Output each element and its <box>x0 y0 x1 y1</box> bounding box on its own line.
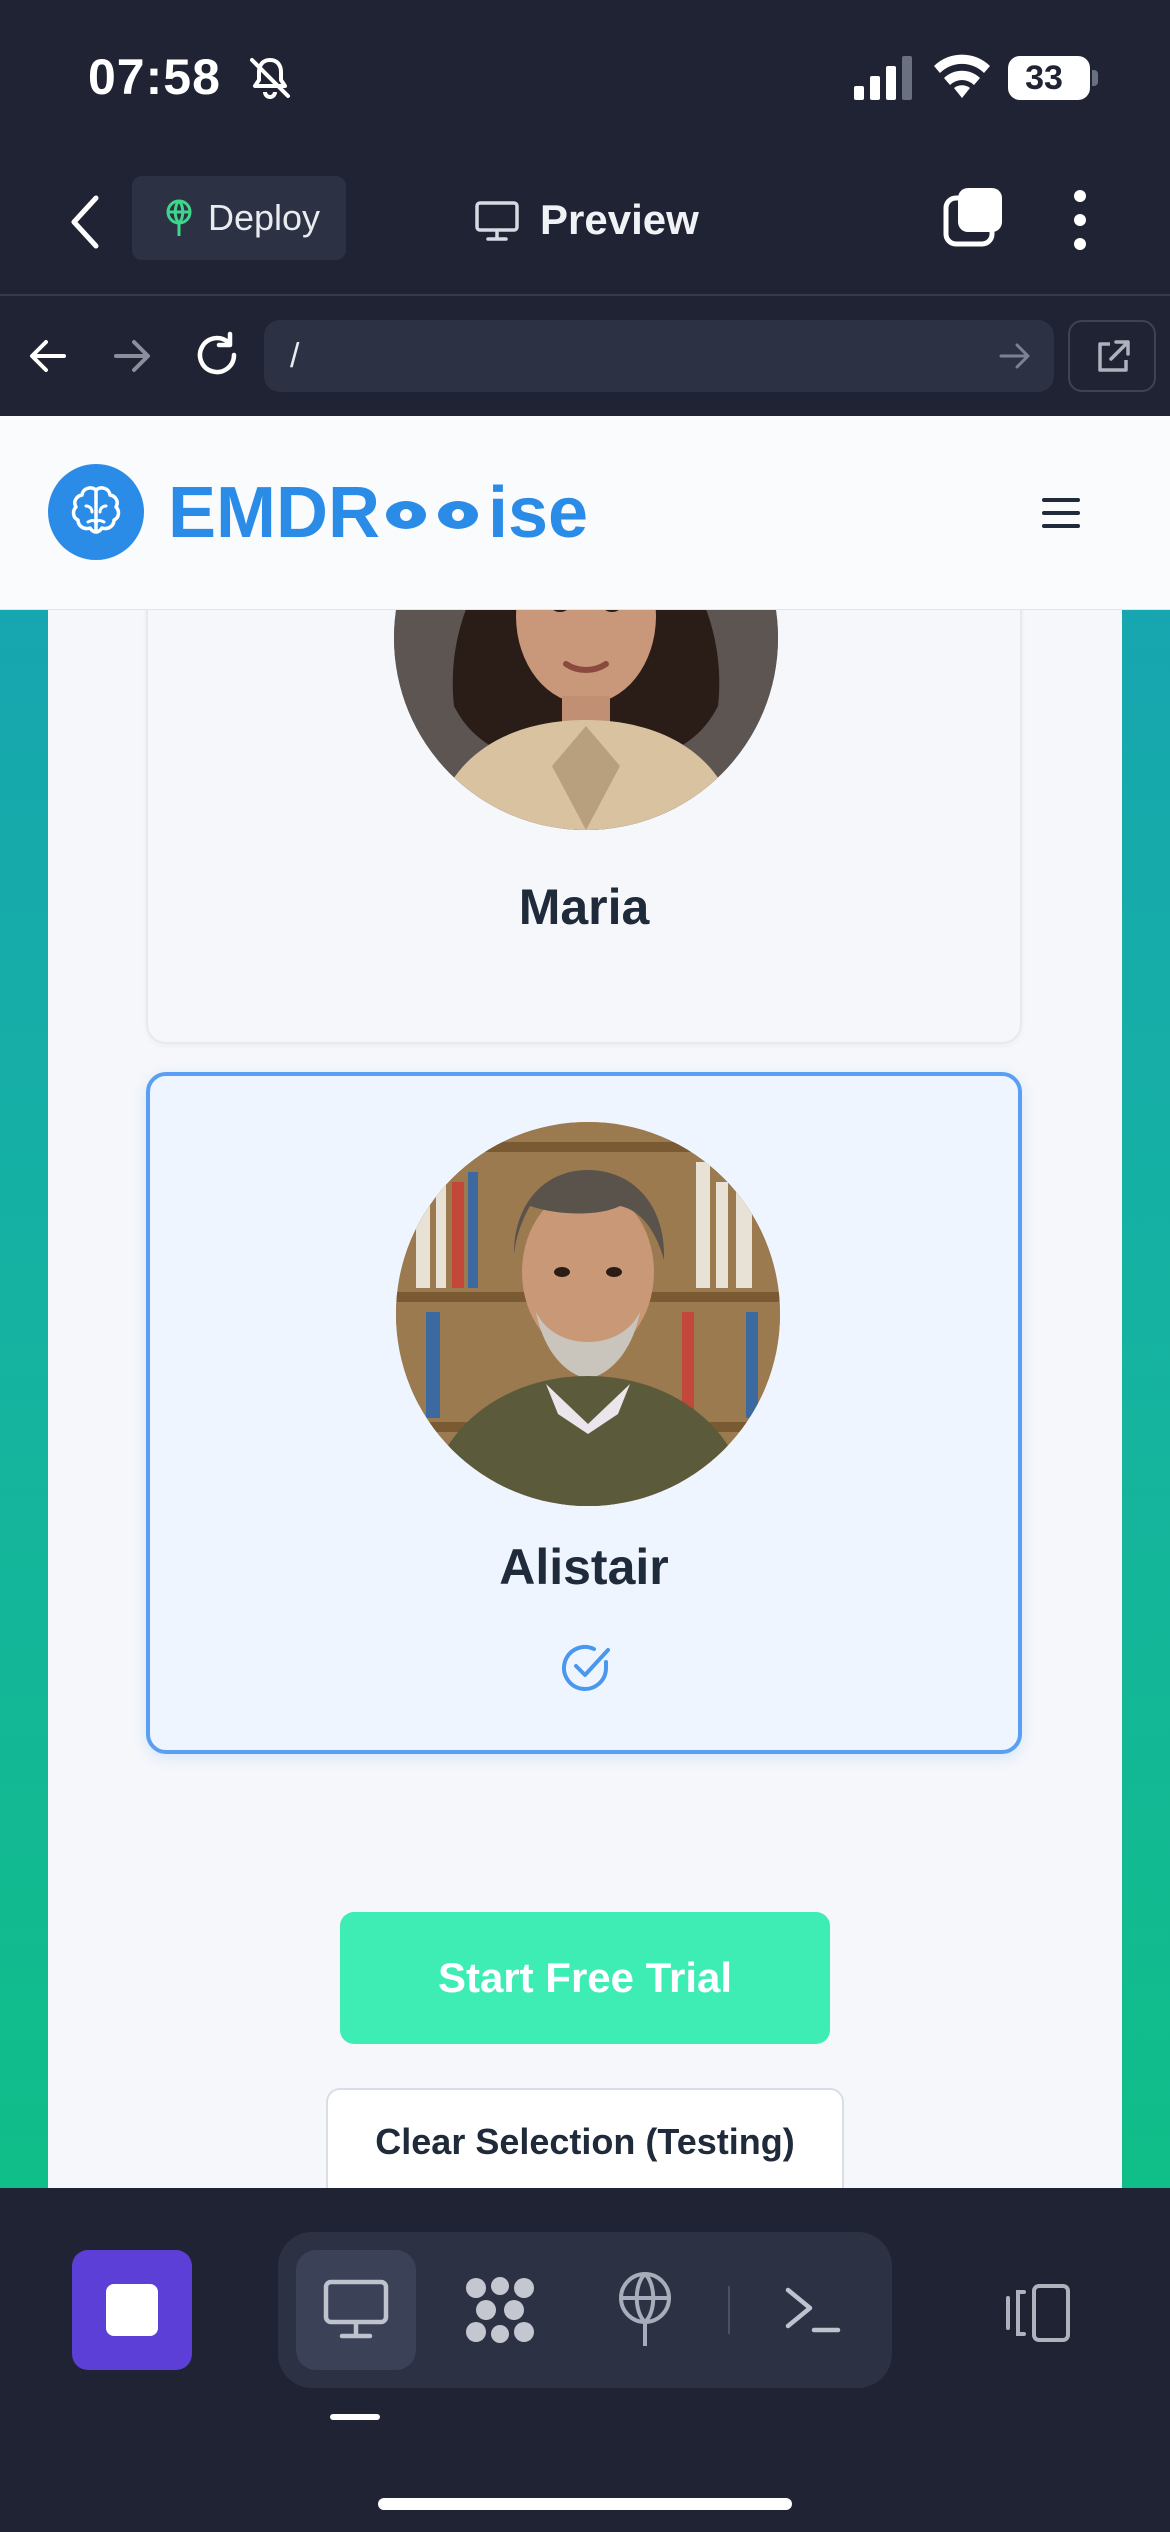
logo-text-left: EMDR <box>168 473 380 553</box>
battery-tip <box>1092 70 1098 86</box>
hamburger-menu-icon[interactable] <box>1042 496 1080 530</box>
avatar-alistair <box>396 1122 780 1506</box>
tool-separator <box>728 2286 730 2334</box>
web-preview: EMDR ise Maria Alistair Start Free Trial… <box>0 416 1170 2188</box>
stop-icon <box>106 2284 158 2336</box>
deploy-icon <box>166 199 192 236</box>
kebab-menu-icon[interactable] <box>1070 188 1090 252</box>
wifi-icon <box>934 54 990 98</box>
battery-icon: 33 <box>1008 56 1090 100</box>
site-header: EMDR ise <box>0 416 1170 610</box>
content-panel: Maria Alistair Start Free Trial Clear Se… <box>48 446 1122 2188</box>
active-tool-indicator <box>330 2414 380 2420</box>
go-arrow-icon[interactable] <box>998 340 1032 372</box>
logo-badge[interactable] <box>48 464 144 560</box>
open-external-button[interactable] <box>1068 320 1156 392</box>
open-external-icon <box>1098 340 1130 372</box>
stop-button[interactable] <box>72 2250 192 2370</box>
app-bar: Deploy Preview <box>0 150 1170 294</box>
therapist-name: Alistair <box>499 1539 669 1595</box>
logo-text-right: ise <box>488 473 589 553</box>
preview-label: Preview <box>540 196 699 243</box>
start-free-trial-button[interactable]: Start Free Trial <box>340 1912 830 2044</box>
clear-selection-button[interactable]: Clear Selection (Testing) <box>326 2088 844 2188</box>
site-logo[interactable]: EMDR ise <box>168 468 588 558</box>
tabs-icon[interactable] <box>942 186 1004 248</box>
browser-bar <box>0 296 1170 416</box>
alistair-portrait <box>396 1122 780 1506</box>
url-input[interactable] <box>264 320 1054 392</box>
bell-slash-icon <box>250 58 290 99</box>
reload-icon[interactable] <box>192 330 242 380</box>
check-circle-icon <box>562 1645 610 1691</box>
terminal-icon[interactable] <box>782 2282 842 2338</box>
status-bar: 07:58 33 <box>0 0 1170 150</box>
monitor-icon <box>475 201 519 241</box>
arrow-right-icon[interactable] <box>110 334 154 378</box>
tool-switcher <box>278 2232 892 2388</box>
status-time: 07:58 <box>88 49 221 105</box>
therapist-name: Maria <box>518 879 650 935</box>
back-chevron-icon[interactable] <box>66 192 106 252</box>
bottom-toolbar <box>0 2188 1170 2532</box>
layout-icon[interactable] <box>1000 2282 1072 2344</box>
logo-eyes-icon <box>386 493 482 533</box>
deploy-icon[interactable] <box>614 2272 676 2348</box>
deploy-label: Deploy <box>208 197 321 238</box>
battery-level: 33 <box>1025 59 1063 97</box>
cellular-signal-icon <box>854 56 912 100</box>
therapist-card-alistair[interactable]: Alistair <box>146 1072 1022 1754</box>
deploy-button[interactable]: Deploy <box>132 176 346 260</box>
grid-icon[interactable] <box>462 2274 538 2346</box>
home-indicator[interactable] <box>378 2498 792 2510</box>
brain-icon <box>71 486 121 534</box>
arrow-left-icon[interactable] <box>26 334 70 378</box>
monitor-icon[interactable] <box>322 2278 390 2342</box>
